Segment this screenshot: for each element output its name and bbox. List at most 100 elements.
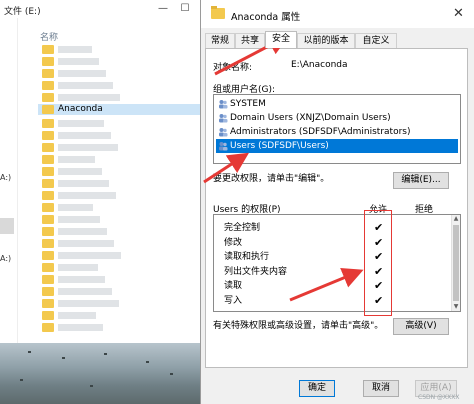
edit-button[interactable]: 编辑(E)... <box>393 172 449 189</box>
blurred-file-name <box>58 192 116 199</box>
blurred-file-name <box>58 216 100 223</box>
scroll-thumb[interactable] <box>453 225 459 301</box>
blurred-file-name <box>58 82 113 89</box>
user-group-icon <box>219 128 228 137</box>
scroll-down-icon[interactable]: ▼ <box>452 303 460 311</box>
desktop-speck <box>170 373 173 375</box>
watermark: CSDN @XXXX <box>418 394 460 401</box>
file-list-item[interactable] <box>42 130 192 141</box>
file-list-item[interactable] <box>42 118 192 129</box>
blurred-file-name <box>58 94 120 101</box>
change-permissions-hint: 要更改权限，请单击"编辑"。 <box>213 174 330 184</box>
file-list-item[interactable] <box>42 286 192 297</box>
blurred-file-name <box>58 276 105 283</box>
folder-icon <box>42 167 54 176</box>
blurred-file-name <box>58 312 96 319</box>
file-list-item[interactable] <box>42 44 192 55</box>
desktop-speck <box>146 361 149 363</box>
folder-icon <box>42 323 54 332</box>
blurred-file-name <box>58 168 102 175</box>
file-list-item[interactable] <box>42 154 192 165</box>
nav-selected-item[interactable] <box>0 218 14 234</box>
blurred-file-name <box>58 144 118 151</box>
dialog-titlebar: Anaconda 属性 ✕ <box>201 0 474 28</box>
file-list-item[interactable] <box>42 56 192 67</box>
properties-dialog: Anaconda 属性 ✕ 常规 共享 安全 以前的版本 自定义 对象名称: E… <box>200 0 474 404</box>
folder-icon <box>42 239 54 248</box>
maximize-icon[interactable]: ☐ <box>178 2 192 16</box>
blurred-file-name <box>58 70 106 77</box>
tab-previous-versions[interactable]: 以前的版本 <box>297 33 355 48</box>
permission-name: 读取 <box>224 281 243 291</box>
file-list-item[interactable] <box>42 310 192 321</box>
permission-row: 修改 ✔ <box>220 236 450 250</box>
ok-button[interactable]: 确定 <box>299 380 335 397</box>
user-group-icon <box>219 100 228 109</box>
blurred-file-name <box>58 264 98 271</box>
close-icon[interactable]: ✕ <box>453 6 464 21</box>
file-list-item[interactable] <box>42 190 192 201</box>
cancel-button[interactable]: 取消 <box>363 380 399 397</box>
permissions-scrollbar[interactable]: ▲ ▼ <box>451 215 460 311</box>
file-list-item[interactable] <box>42 250 192 261</box>
user-list-item[interactable]: SYSTEM <box>216 97 458 111</box>
permission-name: 完全控制 <box>224 223 261 233</box>
file-list-item[interactable] <box>42 238 192 249</box>
advanced-button[interactable]: 高级(V) <box>393 318 449 335</box>
file-list-item[interactable] <box>42 142 192 153</box>
file-list-item[interactable] <box>42 226 192 237</box>
annotation-highlight-box <box>364 210 392 316</box>
permission-name: 写入 <box>224 295 243 306</box>
file-list-item[interactable] <box>42 202 192 213</box>
selected-folder-name: Anaconda <box>58 104 103 114</box>
desktop-speck <box>62 357 65 359</box>
user-list-item[interactable]: Domain Users (XNJZ\Domain Users) <box>216 111 458 125</box>
folder-icon <box>42 69 54 78</box>
file-list-item[interactable]: Anaconda <box>38 104 200 115</box>
blurred-file-name <box>58 58 99 65</box>
scroll-up-icon[interactable]: ▲ <box>452 215 460 223</box>
folder-icon <box>211 6 225 19</box>
blurred-file-name <box>58 46 92 53</box>
tab-sharing[interactable]: 共享 <box>235 33 265 48</box>
user-list-item[interactable]: Users (SDFSDF\Users) <box>216 139 458 153</box>
users-listbox[interactable]: SYSTEM Domain Users (XNJZ\Domain Users) Ad… <box>213 94 461 164</box>
blurred-file-name <box>58 228 107 235</box>
file-list-item[interactable] <box>42 178 192 189</box>
user-list-item[interactable]: Administrators (SDFSDF\Administrators) <box>216 125 458 139</box>
tab-general[interactable]: 常规 <box>205 33 235 48</box>
dialog-title: Anaconda 属性 <box>231 12 301 23</box>
file-list-item[interactable] <box>42 262 192 273</box>
blurred-file-name <box>58 132 111 139</box>
folder-icon <box>42 131 54 140</box>
file-list-item[interactable] <box>42 298 192 309</box>
file-list-item[interactable] <box>42 68 192 79</box>
permission-row: 列出文件夹内容 ✔ <box>220 265 450 279</box>
tab-customize[interactable]: 自定义 <box>355 33 397 48</box>
file-list-item[interactable] <box>42 166 192 177</box>
folder-icon <box>42 57 54 66</box>
folder-icon <box>42 215 54 224</box>
file-list-item[interactable] <box>42 92 192 103</box>
column-header-name[interactable]: 名称 <box>40 30 58 43</box>
blurred-file-name <box>58 156 95 163</box>
tab-security[interactable]: 安全 <box>265 31 297 48</box>
nav-drive-label[interactable]: A:) <box>0 173 11 182</box>
folder-icon <box>42 191 54 200</box>
folder-icon <box>42 45 54 54</box>
desktop-speck <box>20 379 23 381</box>
permission-row: 写入 ✔ <box>220 294 450 308</box>
file-list-item[interactable] <box>42 80 192 91</box>
folder-icon <box>42 179 54 188</box>
minimize-icon[interactable]: — <box>156 2 170 16</box>
permission-row: 读取 ✔ <box>220 279 450 293</box>
nav-drive-label[interactable]: A:) <box>0 254 11 263</box>
permission-name: 列出文件夹内容 <box>224 266 288 277</box>
blurred-file-name <box>58 300 119 307</box>
user-name: Users (SDFSDF\Users) <box>230 141 329 151</box>
file-list-item[interactable] <box>42 274 192 285</box>
file-list-item[interactable] <box>42 322 192 333</box>
permission-name: 修改 <box>224 237 243 248</box>
file-list-item[interactable] <box>42 214 192 225</box>
object-name-label: 对象名称: <box>213 63 253 73</box>
